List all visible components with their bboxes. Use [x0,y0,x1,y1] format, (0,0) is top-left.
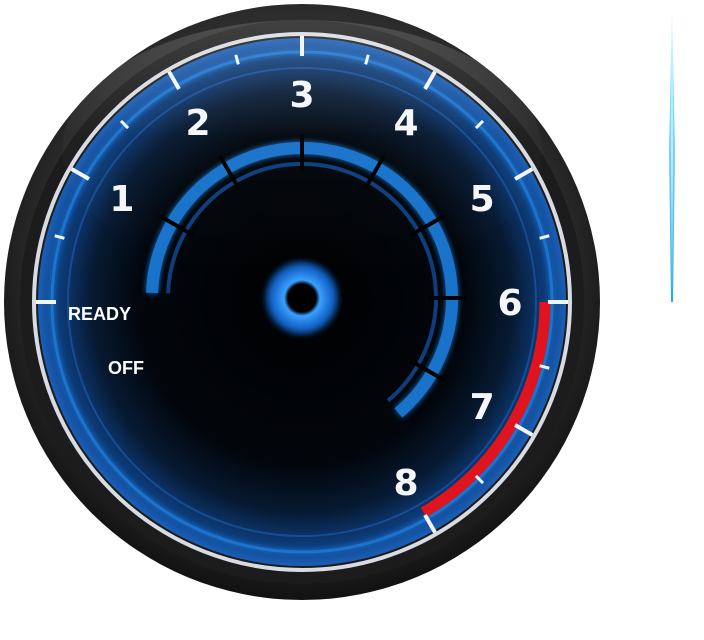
dial-label-8: 8 [393,463,418,504]
ready-label: READY [68,304,131,324]
off-label: OFF [108,358,144,378]
glass-reflection [62,20,542,280]
tachometer-widget: 1 2 3 4 5 6 7 8 READY OFF [0,0,704,640]
dial-label-6: 6 [497,283,522,324]
center-hub-cap [289,285,315,311]
needle-icon [660,0,684,305]
dial-label-7: 7 [470,387,495,428]
tachometer-gauge: 1 2 3 4 5 6 7 8 READY OFF [4,4,600,600]
